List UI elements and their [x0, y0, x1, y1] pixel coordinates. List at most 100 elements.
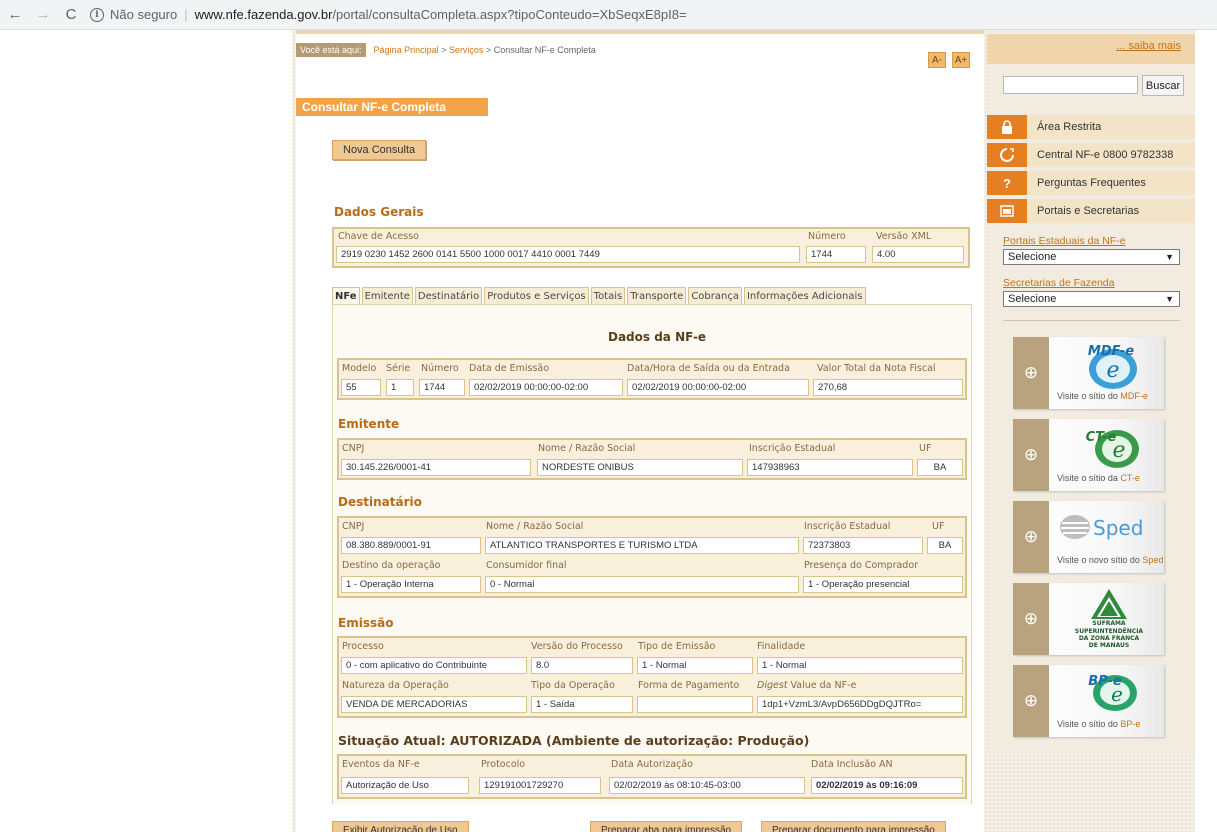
portal-icon	[987, 199, 1027, 223]
cte-logo-text: CT-e	[1086, 430, 1117, 445]
emitente-uf-value: BA	[917, 459, 963, 476]
digest-em: Digest	[757, 680, 788, 691]
sidebar-item-central-nfe[interactable]: Central NF-e 0800 9782338	[987, 143, 1195, 167]
search-button[interactable]: Buscar	[1142, 75, 1184, 96]
emitente-ie-label: Inscrição Estadual	[749, 443, 836, 454]
versao-processo-value: 8.0	[531, 657, 633, 674]
font-size-controls: A- A+	[928, 52, 970, 68]
digest-value: 1dp1+VzmL3/AvpD656DDgDQJTRo=	[757, 696, 963, 713]
dados-gerais-box: Chave de Acesso Número Versão XML 2919 0…	[332, 227, 970, 268]
forward-icon[interactable]: →	[30, 2, 56, 28]
info-icon[interactable]: i	[90, 7, 104, 22]
address-bar[interactable]: i Não seguro | www.nfe.fazenda.gov.br/po…	[90, 3, 687, 27]
saiba-mais-link[interactable]: ... saiba mais	[1116, 40, 1181, 52]
banner-caption: Visite o sítio da CT-e	[1057, 473, 1140, 483]
url-path: /portal/consultaCompleta.aspx?tipoConteu…	[332, 7, 687, 22]
eventos-label: Eventos da NF-e	[342, 759, 420, 770]
data-inclusao-an-label: Data Inclusão AN	[811, 759, 893, 770]
portais-estaduais-select[interactable]: Selecione ▼	[1003, 249, 1180, 265]
portais-estaduais-label[interactable]: Portais Estaduais da NF-e	[1003, 235, 1126, 247]
valor-total-label: Valor Total da Nota Fiscal	[817, 363, 936, 374]
banner-cte[interactable]: ⊕ e CT-e Visite o sítio da CT-e	[1013, 419, 1164, 491]
natureza-operacao-label: Natureza da Operação	[342, 680, 449, 691]
breadcrumb-current: Consultar NF-e Completa	[493, 45, 596, 55]
tab-produtos-servicos[interactable]: Produtos e Serviços	[484, 287, 589, 304]
breadcrumb-separator: >	[485, 45, 492, 55]
not-secure-label: Não seguro	[110, 7, 178, 22]
banner-bpe[interactable]: ⊕ e BP-e Visite o sítio do BP-e	[1013, 665, 1164, 737]
chevron-down-icon: ▼	[1165, 252, 1174, 262]
breadcrumb-home-link[interactable]: Página Principal	[374, 45, 439, 55]
tab-informacoes-adicionais[interactable]: Informações Adicionais	[743, 287, 866, 304]
secretarias-fazenda-label[interactable]: Secretarias de Fazenda	[1003, 277, 1114, 289]
page-margin-right	[1195, 30, 1217, 832]
preparar-documento-button[interactable]: Preparar documento para impressão	[761, 821, 946, 832]
search-input[interactable]	[1003, 76, 1138, 94]
banner-mdfe[interactable]: ⊕ e MDF-e Visite o sítio do MDF-e	[1013, 337, 1164, 409]
dados-nfe-box: Modelo Série Número Data de Emissão Data…	[337, 358, 967, 400]
digest-rest: Value da NF-e	[787, 680, 857, 691]
sped-logo: Sped	[1059, 511, 1159, 548]
breadcrumb-separator: >	[441, 45, 447, 55]
emitente-uf-label: UF	[919, 443, 932, 454]
reload-icon[interactable]: C	[58, 2, 84, 28]
right-sidebar: ... saiba mais Buscar Área Restrita Cent…	[987, 34, 1195, 754]
protocolo-value: 129191001729270	[479, 777, 601, 794]
tab-destinatario[interactable]: Destinatário	[414, 287, 483, 304]
presenca-comprador-value: 1 - Operação presencial	[803, 576, 963, 593]
font-increase-button[interactable]: A+	[952, 52, 970, 68]
banner-caption: Visite o novo sítio do Sped	[1057, 555, 1163, 565]
valor-total-value: 270,68	[813, 379, 963, 396]
banner-caption-text: Visite o sítio do	[1057, 391, 1121, 401]
browser-toolbar: ← → C i Não seguro | www.nfe.fazenda.gov…	[0, 0, 1217, 30]
question-icon: ?	[987, 171, 1027, 195]
new-query-button[interactable]: Nova Consulta	[332, 140, 427, 160]
tipo-emissao-value: 1 - Normal	[637, 657, 753, 674]
dest-nome-label: Nome / Razão Social	[486, 521, 584, 532]
breadcrumb-services-link[interactable]: Serviços	[449, 45, 484, 55]
tab-totais[interactable]: Totais	[590, 287, 626, 304]
versao-processo-label: Versão do Processo	[531, 641, 623, 652]
destinatario-title: Destinatário	[338, 495, 422, 509]
tab-nfe[interactable]: NFe	[332, 287, 360, 304]
banner-suframa[interactable]: ⊕ SUFRAMA SUPERINTENDÊNCIA DA ZONA FRANCA D…	[1013, 583, 1164, 655]
tab-emitente[interactable]: Emitente	[361, 287, 413, 304]
sidebar-header: ... saiba mais	[987, 34, 1195, 64]
secretarias-fazenda-select[interactable]: Selecione ▼	[1003, 291, 1180, 307]
globe-icon: ⊕	[1013, 501, 1049, 573]
numero-label: Número	[808, 231, 846, 242]
protocolo-label: Protocolo	[481, 759, 526, 770]
sidebar-item-portais[interactable]: Portais e Secretarias	[987, 199, 1195, 223]
sidebar-item-perguntas[interactable]: ? Perguntas Frequentes	[987, 171, 1195, 195]
globe-icon: ⊕	[1013, 419, 1049, 491]
font-decrease-button[interactable]: A-	[928, 52, 946, 68]
processo-label: Processo	[342, 641, 384, 652]
preparar-aba-button[interactable]: Preparar aba para impressão	[590, 821, 743, 832]
serie-value: 1	[386, 379, 414, 396]
versao-xml-value: 4.00	[872, 246, 964, 263]
sped-logo-text: Sped	[1093, 516, 1143, 540]
dados-nfe-title: Dados da NF-e	[608, 330, 707, 344]
banner-caption: Visite o sítio do MDF-e	[1057, 391, 1148, 401]
serie-label: Série	[386, 363, 411, 374]
back-icon[interactable]: ←	[2, 2, 28, 28]
sidebar-item-label: Área Restrita	[1037, 121, 1102, 133]
data-saida-label: Data/Hora de Saída ou da Entrada	[627, 363, 790, 374]
data-emissao-value: 02/02/2019 00:00:00-02:00	[469, 379, 623, 396]
tab-cobranca[interactable]: Cobrança	[688, 287, 742, 304]
banner-caption-text: Visite o sítio da	[1057, 473, 1121, 483]
destino-operacao-value: 1 - Operação Interna	[341, 576, 481, 593]
exibir-autorizacao-button[interactable]: Exibir Autorização de Uso	[332, 821, 469, 832]
banner-sped[interactable]: ⊕ Sped Visite o novo sítio do Sped	[1013, 501, 1164, 573]
tipo-operacao-value: 1 - Saída	[531, 696, 633, 713]
sidebar-item-area-restrita[interactable]: Área Restrita	[987, 115, 1195, 139]
breadcrumb: Você está aqui: Página Principal > Servi…	[296, 42, 596, 58]
globe-icon: ⊕	[1013, 583, 1049, 655]
finalidade-value: 1 - Normal	[757, 657, 963, 674]
top-nav-strip	[296, 30, 984, 34]
tab-transporte[interactable]: Transporte	[627, 287, 687, 304]
emissao-title: Emissão	[338, 616, 394, 630]
dest-ie-value: 72373803	[803, 537, 923, 554]
tipo-emissao-label: Tipo de Emissão	[638, 641, 716, 652]
emitente-title: Emitente	[338, 417, 400, 431]
